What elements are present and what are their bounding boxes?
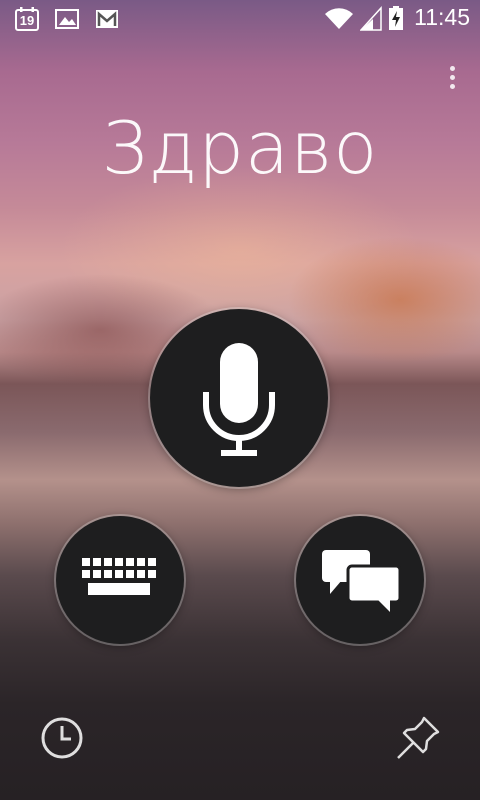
pin-button[interactable] bbox=[394, 714, 442, 762]
microphone-button[interactable] bbox=[150, 309, 328, 487]
menu-dot bbox=[449, 66, 455, 71]
keyboard-icon bbox=[82, 558, 156, 595]
battery-charging-icon bbox=[389, 5, 404, 30]
keyboard-button[interactable] bbox=[56, 516, 184, 644]
overflow-menu-icon[interactable] bbox=[446, 66, 458, 96]
pin-icon bbox=[397, 716, 440, 759]
wifi-icon bbox=[325, 7, 354, 29]
status-bar: 19 11:45 bbox=[0, 0, 480, 38]
notification-icons: 19 bbox=[14, 6, 120, 32]
menu-dot bbox=[449, 84, 455, 89]
menu-dot bbox=[449, 75, 455, 80]
calendar-icon: 19 bbox=[14, 6, 40, 32]
gmail-icon bbox=[96, 10, 118, 28]
image-icon bbox=[55, 9, 79, 29]
system-icons: 11:45 bbox=[324, 4, 470, 31]
history-button[interactable] bbox=[40, 716, 84, 760]
greeting-text: Здраво bbox=[101, 106, 379, 190]
clock-icon bbox=[41, 717, 83, 759]
signal-icon bbox=[360, 5, 382, 31]
calendar-day: 19 bbox=[19, 13, 35, 28]
conversation-button[interactable] bbox=[296, 516, 424, 644]
chat-bubbles-icon bbox=[322, 550, 402, 612]
microphone-icon bbox=[203, 343, 275, 456]
clock-time: 11:45 bbox=[414, 4, 470, 30]
